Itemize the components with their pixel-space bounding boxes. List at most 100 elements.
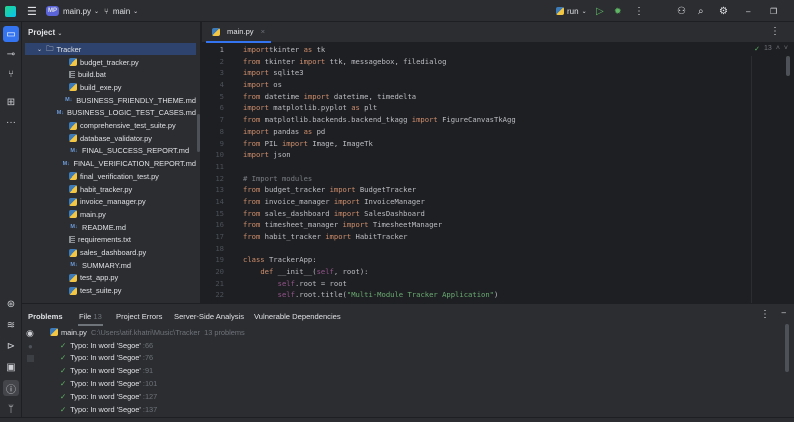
markdown-file-icon: M↓	[65, 97, 73, 104]
more-tools-icon[interactable]: ···	[3, 114, 19, 130]
code-token: Image, ImageTk	[307, 138, 373, 148]
editor-scrollbar[interactable]	[786, 56, 790, 76]
project-panel: Project ⌄ ⌄ 🗀 Tracker budget_tracker.py bui…	[22, 22, 201, 303]
tree-file[interactable]: build_exe.py	[25, 81, 196, 93]
code-line: 18	[202, 243, 782, 255]
project-switcher[interactable]: MP main.py ⌄	[46, 3, 99, 19]
preview-icon[interactable]	[27, 355, 34, 362]
search-icon[interactable]: ⌕	[698, 3, 704, 19]
code-line: 3 import sqlite3	[202, 67, 782, 79]
tree-file[interactable]: sales_dashboard.py	[25, 247, 196, 259]
file-name: habit_tracker.py	[80, 184, 133, 194]
tree-file[interactable]: invoice_manager.py	[25, 196, 196, 208]
code-token: FigureCanvasTkAgg	[437, 115, 516, 125]
code-token: ttk, messagebox, filedialog	[325, 56, 447, 66]
python-packages-icon[interactable]: ⊛	[3, 296, 19, 312]
project-scrollbar[interactable]	[197, 114, 200, 152]
problem-text: Typo: In word 'Segoe'	[70, 340, 141, 350]
markdown-file-icon: M↓	[70, 224, 78, 231]
problem-item[interactable]: ✓ Typo: In word 'Segoe' :76	[60, 352, 153, 364]
terminal-icon[interactable]: ▣	[3, 359, 19, 375]
tree-file[interactable]: comprehensive_test_suite.py	[25, 120, 196, 132]
code-token: import	[329, 185, 356, 195]
tree-file[interactable]: final_verification_test.py	[25, 170, 196, 182]
tab-vulnerable-dependencies[interactable]: Vulnerable Dependencies	[254, 308, 341, 324]
problem-item[interactable]: ✓ Typo: In word 'Segoe' :91	[60, 365, 153, 377]
line-number: 18	[215, 243, 224, 253]
minimize-icon[interactable]: –	[746, 3, 750, 19]
project-tool-icon[interactable]: ▭	[3, 26, 19, 42]
tree-file[interactable]: database_validator.py	[25, 132, 196, 144]
line-number: 7	[219, 115, 224, 125]
tab-file[interactable]: File 13	[78, 308, 103, 326]
structure-icon[interactable]: ⊞	[3, 94, 19, 110]
branch-switcher[interactable]: ⑂ main ⌄	[104, 3, 138, 19]
eye-icon[interactable]: ◉	[26, 328, 34, 339]
project-panel-title[interactable]: Project ⌄	[28, 28, 62, 37]
tree-file[interactable]: habit_tracker.py	[25, 183, 196, 195]
main-menu-icon[interactable]: ☰	[27, 3, 37, 19]
tab-label: main.py	[227, 27, 254, 36]
services-icon[interactable]: ⊳	[3, 338, 19, 354]
pull-requests-icon[interactable]: ⑂	[3, 66, 19, 82]
tree-file[interactable]: M↓ FINAL_SUCCESS_REPORT.md	[25, 145, 196, 157]
code-token: import	[411, 115, 438, 125]
tab-server-side-analysis[interactable]: Server-Side Analysis	[174, 308, 244, 324]
commit-icon[interactable]: ⊸	[3, 46, 19, 62]
problems-scrollbar[interactable]	[785, 324, 789, 372]
python-icon	[212, 27, 220, 36]
restore-icon[interactable]: ❐	[770, 3, 777, 19]
debug-icon[interactable]: ✹	[614, 3, 622, 19]
tree-file[interactable]: M↓ BUSINESS_LOGIC_TEST_CASES.md	[25, 107, 196, 119]
settings-icon[interactable]: ⚙	[719, 3, 728, 19]
code-token: sqlite3	[268, 68, 304, 78]
problem-line: :137	[142, 404, 158, 414]
code-line: 15 from sales_dashboard import SalesDashb…	[202, 208, 782, 220]
tree-file[interactable]: M↓ FINAL_VERIFICATION_REPORT.md	[25, 158, 196, 170]
problem-file-name: main.py	[61, 327, 87, 337]
problem-text: Typo: In word 'Segoe'	[70, 366, 141, 376]
code-area[interactable]: 1 importtkinter as tk 2 from tkinter import…	[202, 44, 782, 301]
file-name: invoice_manager.py	[80, 197, 146, 207]
more-actions-icon[interactable]: ⋮	[634, 3, 644, 19]
tree-file[interactable]: M↓ BUSINESS_FRIENDLY_THEME.md	[25, 94, 196, 106]
tree-file[interactable]: requirements.txt	[25, 234, 196, 246]
tree-file[interactable]: M↓ SUMMARY.md	[25, 259, 196, 271]
tab-project-errors[interactable]: Project Errors	[116, 308, 162, 324]
tree-file[interactable]: M↓ README.md	[25, 221, 196, 233]
problem-item[interactable]: ✓ Typo: In word 'Segoe' :137	[60, 403, 157, 415]
code-token: import	[243, 68, 269, 78]
problem-file-row[interactable]: main.py C:\Users\atif.khatri\Music\Track…	[50, 326, 245, 338]
tree-file[interactable]: test_app.py	[25, 272, 196, 284]
problem-item[interactable]: ✓ Typo: In word 'Segoe' :101	[60, 377, 157, 389]
problem-line: :91	[142, 366, 154, 376]
code-token: PIL	[260, 138, 282, 148]
next-icon[interactable]: ˅	[784, 45, 788, 53]
tree-file[interactable]: build.bat	[25, 69, 196, 81]
tree-file[interactable]: main.py	[25, 208, 196, 220]
problem-line: :101	[142, 378, 158, 388]
close-icon[interactable]: ×	[261, 27, 265, 36]
run-icon[interactable]: ▷	[596, 3, 604, 19]
tree-file[interactable]: budget_tracker.py	[25, 56, 196, 68]
chevron-down-icon: ⌄	[581, 8, 587, 15]
problem-item[interactable]: ✓ Typo: In word 'Segoe' :66	[60, 339, 153, 351]
problems-icon[interactable]: ⓘ	[3, 380, 19, 396]
tree-folder-tracker[interactable]: ⌄ 🗀 Tracker	[25, 43, 196, 55]
git-icon[interactable]: ᛘ	[3, 401, 19, 417]
layers-icon[interactable]: ≋	[3, 317, 19, 333]
tree-file[interactable]: test_suite.py	[25, 285, 196, 297]
bulb-icon[interactable]: ●	[28, 342, 33, 351]
hide-panel-icon[interactable]: –	[782, 308, 786, 317]
add-user-icon[interactable]: ⚇	[677, 3, 686, 19]
code-token: class	[243, 255, 265, 265]
options-icon[interactable]: ⋮	[760, 309, 770, 320]
tab-options-icon[interactable]: ⋮	[770, 26, 780, 37]
tab-main-py[interactable]: main.py ×	[206, 22, 272, 43]
project-badge: MP	[46, 6, 59, 16]
problem-line: :66	[142, 340, 154, 350]
branch-name: main	[112, 6, 131, 16]
run-config-selector[interactable]: run ⌄	[556, 3, 587, 19]
line-number: 22	[215, 290, 224, 300]
problem-item[interactable]: ✓ Typo: In word 'Segoe' :127	[60, 390, 157, 402]
